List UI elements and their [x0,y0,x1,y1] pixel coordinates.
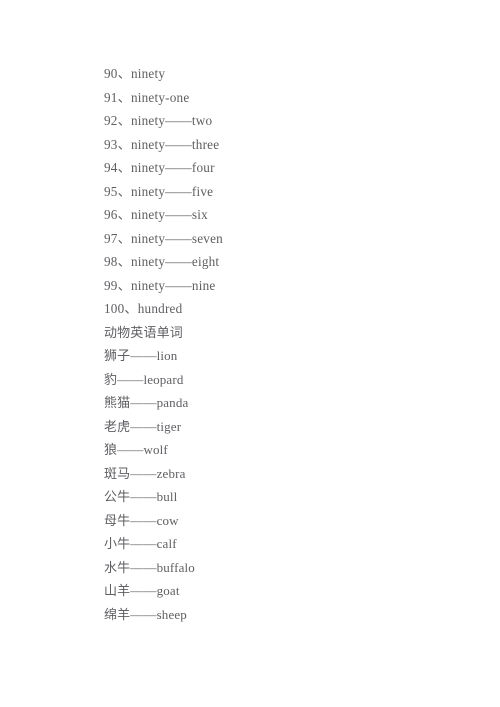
line-92: 92、ninety——two [104,113,213,128]
line-goat: 山羊——goat [104,583,180,598]
line-99: 99、ninety——nine [104,277,216,293]
line-94: 94、ninety——four [104,160,215,175]
line-leopard: 豹——leopard [104,371,184,387]
line-zebra: 斑马——zebra [104,465,186,481]
line-bull: 公牛——bull [104,489,178,504]
line-97: 97、ninety——seven [104,230,223,246]
line-91: 91、ninety-one [104,89,190,105]
line-98: 98、ninety——eight [104,254,220,269]
line-wolf: 狼——wolf [104,442,168,457]
line-cow: 母牛——cow [104,512,179,528]
line-lion: 狮子——lion [104,348,178,363]
line-buffalo: 水牛——buffalo [104,559,195,575]
line-96: 96、ninety——six [104,207,208,222]
line-sheep: 绵羊——sheep [104,606,187,622]
line-panda: 熊猫——panda [104,395,189,410]
line-95: 95、ninety——five [104,183,214,199]
line-heading-animals: 动物英语单词 [104,324,183,340]
document-text-body: 90、ninety 91、ninety-one 92、ninety——two 93、n… [104,62,434,626]
line-93: 93、ninety——three [104,136,220,152]
line-90: 90、ninety [104,66,166,81]
line-100: 100、hundred [104,301,183,316]
document-page: 90、ninety 91、ninety-one 92、ninety——two 93、n… [0,0,500,707]
line-calf: 小牛——calf [104,536,177,551]
line-tiger: 老虎——tiger [104,418,182,434]
